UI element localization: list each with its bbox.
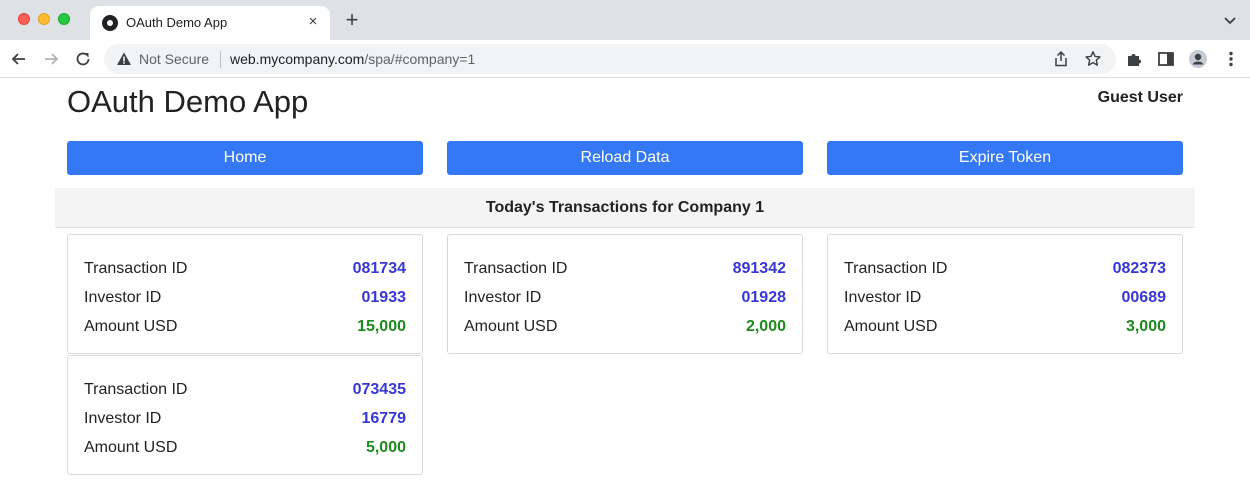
investor-id-label: Investor ID [844,289,922,306]
tab-title: OAuth Demo App [126,15,228,30]
amount-label: Amount USD [844,318,938,335]
investor-id-value: 16779 [361,410,407,427]
warning-icon[interactable] [116,51,132,67]
amount-value: 2,000 [745,318,786,335]
transaction-id-row: Transaction ID 081734 [84,258,406,287]
investor-id-label: Investor ID [464,289,542,306]
amount-label: Amount USD [84,318,178,335]
transactions-heading: Today's Transactions for Company 1 [55,188,1195,228]
amount-row: Amount USD 15,000 [84,316,406,345]
transaction-id-label: Transaction ID [84,381,188,398]
favicon-icon [102,15,118,31]
investor-id-value: 01933 [361,289,407,306]
amount-row: Amount USD 5,000 [84,437,406,466]
page-title: OAuth Demo App [67,84,309,119]
amount-value: 5,000 [365,439,406,456]
browser-tab-bar: OAuth Demo App × + [0,0,1250,40]
transaction-id-label: Transaction ID [84,260,188,277]
amount-value: 3,000 [1125,318,1166,335]
side-panel-icon[interactable] [1156,49,1176,69]
bookmark-star-icon[interactable] [1084,50,1102,68]
browser-toolbar: Not Secure web.mycompany.com/spa/#compan… [0,40,1250,78]
reload-data-button[interactable]: Reload Data [447,141,803,175]
transaction-id-value: 891342 [732,260,786,277]
investor-id-row: Investor ID 01928 [464,287,786,316]
amount-value: 15,000 [357,318,406,335]
transaction-id-label: Transaction ID [464,260,568,277]
investor-id-label: Investor ID [84,410,162,427]
amount-label: Amount USD [464,318,558,335]
address-bar[interactable]: Not Secure web.mycompany.com/spa/#compan… [104,44,1116,74]
profile-avatar-icon[interactable] [1188,49,1208,69]
tab-close-button[interactable]: × [304,13,322,31]
transaction-id-value: 081734 [352,260,406,277]
new-tab-button[interactable]: + [340,9,364,33]
reload-icon[interactable] [73,49,93,69]
extensions-puzzle-icon[interactable] [1124,49,1144,69]
address-divider [220,51,221,68]
url-text[interactable]: web.mycompany.com/spa/#company=1 [230,51,475,67]
transaction-id-row: Transaction ID 891342 [464,258,786,287]
amount-row: Amount USD 2,000 [464,316,786,345]
investor-id-label: Investor ID [84,289,162,306]
transaction-id-value: 073435 [352,381,406,398]
transaction-card: Transaction ID 081734 Investor ID 01933 … [67,234,423,354]
transaction-card: Transaction ID 073435 Investor ID 16779 … [67,355,423,475]
menu-kebab-icon[interactable] [1221,49,1241,69]
home-button[interactable]: Home [67,141,423,175]
investor-id-value: 00689 [1121,289,1167,306]
amount-row: Amount USD 3,000 [844,316,1166,345]
url-path: /spa/#company=1 [364,51,476,67]
user-name: Guest User [1097,89,1183,106]
transaction-id-value: 082373 [1112,260,1166,277]
investor-id-row: Investor ID 01933 [84,287,406,316]
investor-id-value: 01928 [741,289,787,306]
maximize-window-button[interactable] [58,13,70,25]
tab-list-chevron-icon[interactable] [1222,12,1238,28]
share-icon[interactable] [1052,50,1070,68]
close-window-button[interactable] [18,13,30,25]
back-arrow-icon[interactable] [9,49,29,69]
transaction-id-row: Transaction ID 082373 [844,258,1166,287]
minimize-window-button[interactable] [38,13,50,25]
expire-token-button[interactable]: Expire Token [827,141,1183,175]
investor-id-row: Investor ID 16779 [84,408,406,437]
url-host: web.mycompany.com [230,51,365,67]
transaction-id-label: Transaction ID [844,260,948,277]
browser-tab[interactable]: OAuth Demo App × [90,6,330,40]
transaction-card: Transaction ID 891342 Investor ID 01928 … [447,234,803,354]
forward-arrow-icon[interactable] [41,49,61,69]
transaction-id-row: Transaction ID 073435 [84,379,406,408]
transaction-card: Transaction ID 082373 Investor ID 00689 … [827,234,1183,354]
security-status[interactable]: Not Secure [139,51,209,67]
amount-label: Amount USD [84,439,178,456]
investor-id-row: Investor ID 00689 [844,287,1166,316]
